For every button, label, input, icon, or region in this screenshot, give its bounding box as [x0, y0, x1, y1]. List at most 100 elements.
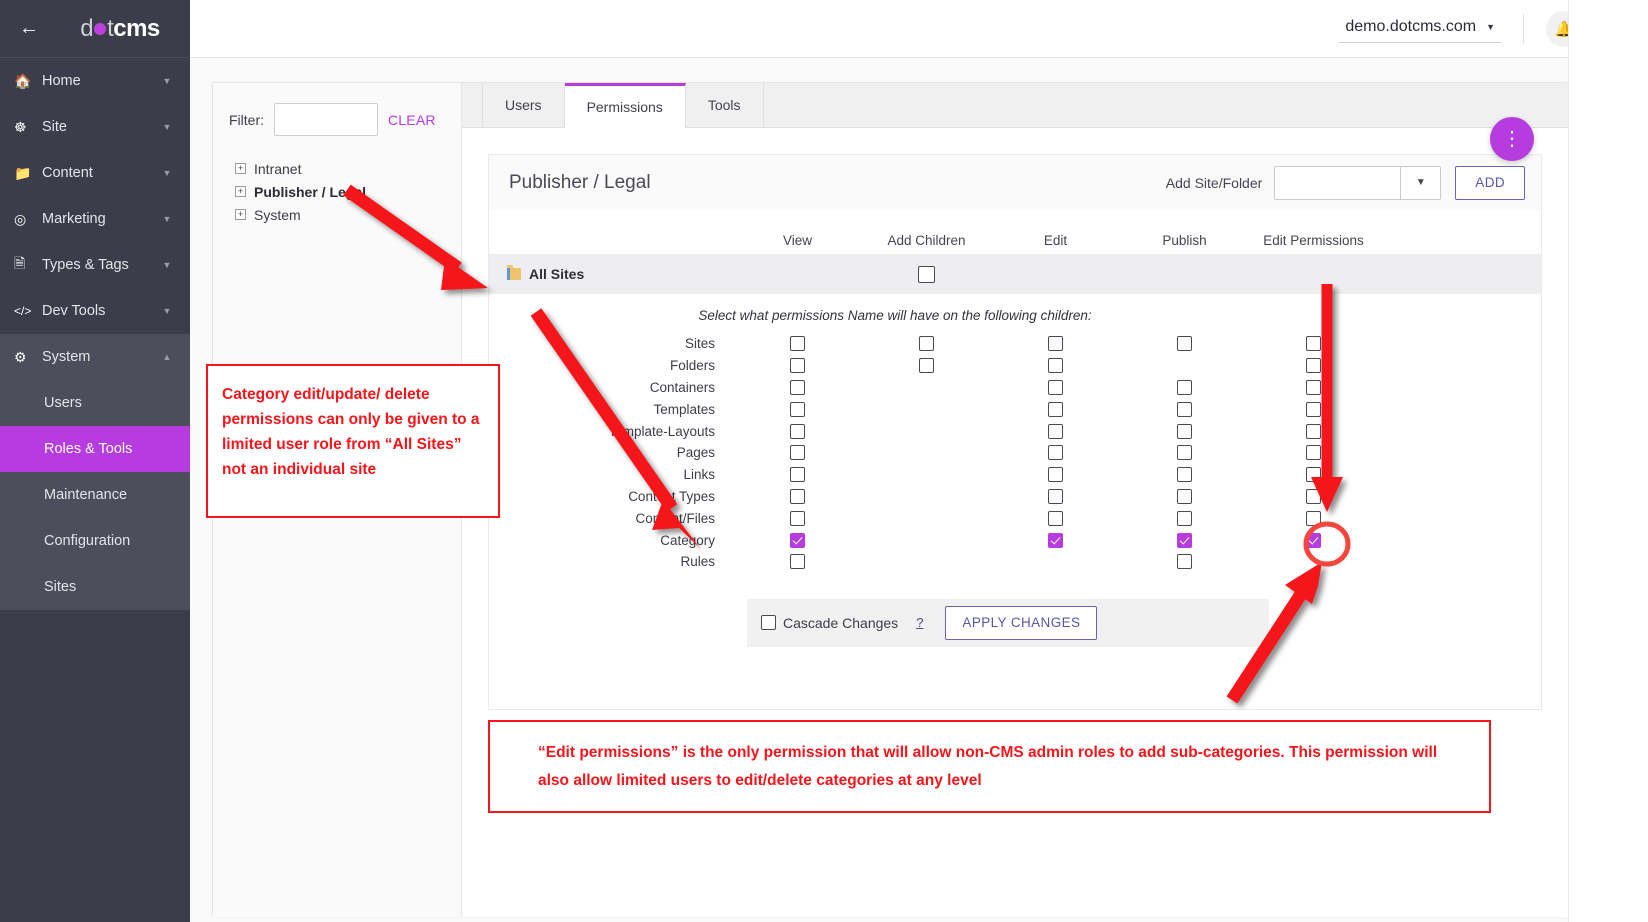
sidebar-item-types-tags[interactable]: 🗎 Types & Tags ▼	[0, 242, 190, 288]
tab-bar: Users Permissions Tools	[462, 83, 1568, 128]
checkbox-edit-permissions[interactable]	[1306, 402, 1321, 417]
site-selector[interactable]: demo.dotcms.com ▼	[1339, 14, 1501, 43]
checkbox-edit[interactable]	[1048, 358, 1063, 373]
checkbox-edit-permissions[interactable]	[1306, 358, 1321, 373]
cascade-changes-label: Cascade Changes	[783, 615, 898, 631]
checkbox-publish[interactable]	[1177, 336, 1192, 351]
tree-node-intranet[interactable]: + Intranet	[235, 158, 461, 179]
filter-input[interactable]	[274, 103, 378, 136]
dotcms-logo: dtcms	[58, 15, 190, 43]
tab-tools[interactable]: Tools	[686, 83, 764, 127]
sidebar-item-dev-tools[interactable]: </> Dev Tools ▼	[0, 288, 190, 334]
table-row: Sites	[489, 333, 1541, 355]
tab-permissions[interactable]: Permissions	[565, 83, 686, 128]
checkbox-publish[interactable]	[1177, 467, 1192, 482]
kebab-menu-icon: ⋮	[1502, 129, 1522, 149]
cascade-changes-checkbox[interactable]	[761, 615, 776, 630]
chevron-down-icon[interactable]: ▼	[158, 76, 176, 86]
expand-plus-icon[interactable]: +	[235, 209, 246, 220]
sidebar-item-home[interactable]: 🏠 Home ▼	[0, 58, 190, 104]
chevron-down-icon[interactable]: ▼	[158, 306, 176, 316]
sidebar-item-configuration[interactable]: Configuration	[0, 518, 190, 564]
annotation-bottom: “Edit permissions” is the only permissio…	[488, 720, 1491, 813]
checkbox-publish[interactable]	[1177, 554, 1192, 569]
sidebar-item-label: Types & Tags	[40, 257, 158, 273]
checkbox-edit[interactable]	[1048, 336, 1063, 351]
add-site-folder-input[interactable]	[1275, 167, 1400, 199]
apply-changes-button[interactable]: APPLY CHANGES	[945, 606, 1097, 640]
checkbox-edit[interactable]	[1048, 380, 1063, 395]
sidebar-item-sites[interactable]: Sites	[0, 564, 190, 610]
more-actions-button[interactable]: ⋮	[1490, 117, 1534, 161]
checkbox-publish[interactable]	[1177, 489, 1192, 504]
column-header-add-children: Add Children	[862, 233, 991, 248]
checkbox-publish[interactable]	[1177, 533, 1192, 548]
expand-plus-icon[interactable]: +	[235, 186, 246, 197]
checkbox-edit-permissions[interactable]	[1306, 533, 1321, 548]
sidebar-item-users[interactable]: Users	[0, 380, 190, 426]
sidebar-item-site[interactable]: ☸ Site ▼	[0, 104, 190, 150]
checkbox-edit[interactable]	[1048, 424, 1063, 439]
checkbox-edit[interactable]	[1048, 511, 1063, 526]
checkbox-add-children[interactable]	[919, 358, 934, 373]
chevron-down-icon[interactable]: ▼	[1400, 167, 1440, 199]
table-row: Content Types	[489, 486, 1541, 508]
checkbox-view[interactable]	[790, 511, 805, 526]
checkbox-publish[interactable]	[1177, 511, 1192, 526]
checkbox-view[interactable]	[790, 358, 805, 373]
checkbox-edit-permissions[interactable]	[1306, 511, 1321, 526]
checkbox-view[interactable]	[790, 424, 805, 439]
checkbox-publish[interactable]	[1177, 445, 1192, 460]
tab-users[interactable]: Users	[482, 83, 565, 127]
add-site-folder-combo[interactable]: ▼	[1274, 166, 1441, 200]
checkbox-view[interactable]	[790, 554, 805, 569]
sidebar-item-marketing[interactable]: ◎ Marketing ▼	[0, 196, 190, 242]
expand-plus-icon[interactable]: +	[235, 163, 246, 174]
sidebar-item-content[interactable]: 📁 Content ▼	[0, 150, 190, 196]
sidebar-item-maintenance[interactable]: Maintenance	[0, 472, 190, 518]
cascade-help-icon[interactable]: ?	[916, 615, 923, 630]
chevron-down-icon[interactable]: ▼	[158, 168, 176, 178]
tree-node-publisher-legal[interactable]: + Publisher / Legal	[235, 181, 461, 202]
checkbox-edit-permissions[interactable]	[1306, 445, 1321, 460]
back-arrow-icon[interactable]: ←	[0, 17, 58, 40]
checkbox-edit-permissions[interactable]	[1306, 489, 1321, 504]
chevron-down-icon[interactable]: ▼	[158, 260, 176, 270]
filter-row: Filter: CLEAR	[213, 83, 461, 136]
checkbox-view[interactable]	[790, 533, 805, 548]
checkbox-edit[interactable]	[1048, 533, 1063, 548]
sidebar-item-roles-tools[interactable]: Roles & Tools	[0, 426, 190, 472]
checkbox-view[interactable]	[790, 380, 805, 395]
checkbox-edit-permissions[interactable]	[1306, 336, 1321, 351]
all-sites-add-children-checkbox[interactable]	[918, 266, 935, 283]
checkbox-view[interactable]	[790, 445, 805, 460]
checkbox-view[interactable]	[790, 489, 805, 504]
checkbox-publish[interactable]	[1177, 424, 1192, 439]
row-label: Containers	[489, 380, 733, 395]
sidebar-item-label: Content	[40, 165, 158, 181]
clear-filter-button[interactable]: CLEAR	[388, 112, 436, 128]
tree-node-system[interactable]: + System	[235, 204, 461, 225]
checkbox-edit-permissions[interactable]	[1306, 424, 1321, 439]
add-button[interactable]: ADD	[1455, 166, 1525, 200]
checkbox-edit[interactable]	[1048, 445, 1063, 460]
chevron-down-icon[interactable]: ▼	[158, 122, 176, 132]
checkbox-publish[interactable]	[1177, 380, 1192, 395]
checkbox-publish[interactable]	[1177, 402, 1192, 417]
checkbox-edit-permissions[interactable]	[1306, 467, 1321, 482]
chevron-up-icon[interactable]: ▲	[158, 352, 176, 362]
chevron-down-icon[interactable]: ▼	[158, 214, 176, 224]
checkbox-view[interactable]	[790, 467, 805, 482]
checkbox-edit[interactable]	[1048, 402, 1063, 417]
checkbox-add-children[interactable]	[919, 336, 934, 351]
table-row: Containers	[489, 377, 1541, 399]
checkbox-view[interactable]	[790, 336, 805, 351]
checkbox-edit[interactable]	[1048, 467, 1063, 482]
cascade-changes-control[interactable]: Cascade Changes	[761, 615, 898, 631]
checkbox-edit[interactable]	[1048, 489, 1063, 504]
checkbox-view[interactable]	[790, 402, 805, 417]
checkbox-edit-permissions[interactable]	[1306, 380, 1321, 395]
sidebar: ← dtcms 🏠 Home ▼ ☸ Site ▼ 📁 Content ▼ ◎ …	[0, 0, 190, 922]
sidebar-item-system[interactable]: ⚙ System ▲	[0, 334, 190, 380]
filter-label: Filter:	[229, 112, 264, 128]
